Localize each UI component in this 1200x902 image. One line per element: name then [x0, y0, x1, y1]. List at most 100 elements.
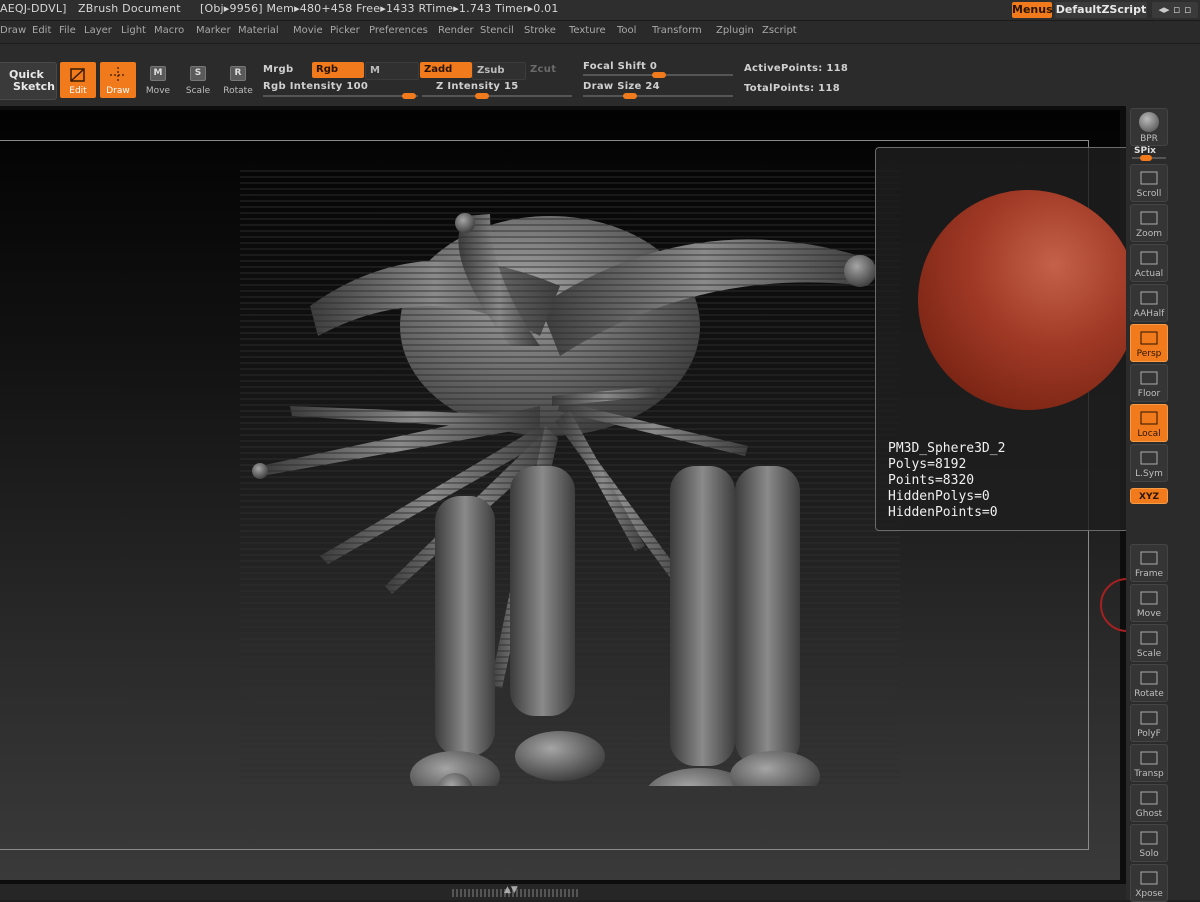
move-tool-button[interactable]: M Move: [140, 62, 176, 98]
persp-button[interactable]: Persp: [1130, 324, 1168, 362]
m-toggle[interactable]: M: [365, 62, 419, 80]
z-intensity-knob[interactable]: [475, 93, 489, 99]
transp-label: Transp: [1134, 769, 1164, 779]
zoom-button[interactable]: Zoom: [1130, 204, 1168, 242]
frame-icon: [1140, 551, 1158, 565]
rotate-key-icon: R: [230, 66, 246, 81]
quick-sketch-label-2: Sketch: [13, 80, 56, 93]
quick-sketch-button[interactable]: Quick Sketch: [0, 62, 57, 100]
rotate-tool-button[interactable]: R Rotate: [220, 62, 256, 98]
persp-label: Persp: [1136, 349, 1162, 359]
zsub-toggle[interactable]: Zsub: [472, 62, 526, 80]
bpr-icon: [1139, 112, 1159, 132]
draw-label: Draw: [106, 86, 130, 96]
menu-edit[interactable]: Edit: [32, 25, 51, 36]
menu-stroke[interactable]: Stroke: [524, 25, 556, 36]
focal-shift-slider[interactable]: [583, 72, 733, 78]
rgb-intensity-knob[interactable]: [402, 93, 416, 99]
frame-label: Frame: [1134, 569, 1164, 579]
menu-preferences[interactable]: Preferences: [369, 25, 428, 36]
frame-button[interactable]: Frame: [1130, 544, 1168, 582]
memory-stats: [Obj▸9956] Mem▸480+458 Free▸1433 RTime▸1…: [200, 2, 559, 15]
scale-tool-button[interactable]: S Scale: [180, 62, 216, 98]
local-button[interactable]: Local: [1130, 404, 1168, 442]
bpr-button[interactable]: BPR: [1130, 108, 1168, 146]
menu-stencil[interactable]: Stencil: [480, 25, 514, 36]
menu-marker[interactable]: Marker: [196, 25, 231, 36]
menu-transform[interactable]: Transform: [652, 25, 702, 36]
solo-label: Solo: [1139, 849, 1159, 859]
app-id: AEQJ-DDVL]: [0, 2, 67, 15]
l-sym-icon: [1140, 451, 1158, 465]
window-controls[interactable]: ◂▸ ▫ ▫: [1152, 2, 1198, 18]
draw-size-knob[interactable]: [623, 93, 637, 99]
menu-bar: Draw Edit File Layer Light Macro Marker Materia…: [0, 21, 1200, 44]
sphere-preview: [918, 190, 1138, 410]
polyf-label: PolyF: [1137, 729, 1161, 739]
aahalf-button[interactable]: AAHalf: [1130, 284, 1168, 322]
rgb-intensity-slider[interactable]: [263, 93, 418, 99]
scroll-button[interactable]: Scroll: [1130, 164, 1168, 202]
menu-render[interactable]: Render: [438, 25, 474, 36]
zcut-toggle[interactable]: Zcut: [530, 64, 556, 75]
title-bar: AEQJ-DDVL] ZBrush Document [Obj▸9956] Me…: [0, 0, 1200, 21]
mrgb-toggle[interactable]: Mrgb: [263, 64, 293, 75]
ghost-label: Ghost: [1135, 809, 1163, 819]
ghost-button[interactable]: Ghost: [1130, 784, 1168, 822]
spix-slider[interactable]: [1132, 155, 1166, 161]
z-intensity-label: Z Intensity 15: [436, 81, 519, 92]
menu-material[interactable]: Material: [238, 25, 279, 36]
focal-shift-knob[interactable]: [652, 72, 666, 78]
menus-button[interactable]: Menus: [1012, 2, 1053, 18]
menu-layer[interactable]: Layer: [84, 25, 112, 36]
floor-icon: [1140, 371, 1158, 385]
menu-picker[interactable]: Picker: [330, 25, 360, 36]
3d-model[interactable]: [240, 166, 900, 786]
rotate-label: Rotate: [1134, 689, 1164, 699]
menu-texture[interactable]: Texture: [569, 25, 606, 36]
mesh-hidden-points: HiddenPoints=0: [888, 505, 998, 520]
xpose-button[interactable]: Xpose: [1130, 864, 1168, 902]
menu-zscript[interactable]: Zscript: [762, 25, 797, 36]
draw-size-slider[interactable]: [583, 93, 733, 99]
menu-light[interactable]: Light: [121, 25, 146, 36]
ghost-icon: [1140, 791, 1158, 805]
transp-button[interactable]: Transp: [1130, 744, 1168, 782]
top-toolbar: Quick Sketch Edit Draw M Move S Scale R …: [0, 44, 1200, 106]
scale-label: Scale: [1136, 649, 1162, 659]
floor-button[interactable]: Floor: [1130, 364, 1168, 402]
menu-tool[interactable]: Tool: [617, 25, 636, 36]
draw-button[interactable]: Draw: [100, 62, 136, 98]
zadd-toggle[interactable]: Zadd: [420, 62, 472, 78]
polyf-button[interactable]: PolyF: [1130, 704, 1168, 742]
expand-shelf-icon[interactable]: ▲▼: [504, 885, 518, 895]
actual-label: Actual: [1134, 269, 1164, 279]
scale-button[interactable]: Scale: [1130, 624, 1168, 662]
actual-button[interactable]: Actual: [1130, 244, 1168, 282]
move-button[interactable]: Move: [1130, 584, 1168, 622]
edit-icon: [70, 68, 85, 82]
rgb-toggle[interactable]: Rgb: [312, 62, 364, 78]
mesh-info: PM3D_Sphere3D_2 Polys=8192 Points=8320 H…: [888, 441, 1005, 521]
xyz-button[interactable]: XYZ: [1130, 488, 1168, 504]
menu-file[interactable]: File: [59, 25, 76, 36]
zoom-icon: [1140, 211, 1158, 225]
menu-movie[interactable]: Movie: [293, 25, 323, 36]
move-key-icon: M: [150, 66, 166, 81]
spix-knob[interactable]: [1140, 155, 1152, 161]
rotate-label: Rotate: [223, 86, 253, 96]
menu-draw[interactable]: Draw: [0, 25, 26, 36]
solo-button[interactable]: Solo: [1130, 824, 1168, 862]
z-intensity-slider[interactable]: [422, 93, 572, 99]
default-zscript-button[interactable]: DefaultZScript: [1055, 2, 1147, 18]
rotate-button[interactable]: Rotate: [1130, 664, 1168, 702]
l-sym-button[interactable]: L.Sym: [1130, 444, 1168, 482]
floor-label: Floor: [1137, 389, 1161, 399]
edit-button[interactable]: Edit: [60, 62, 96, 98]
menu-zplugin[interactable]: Zplugin: [716, 25, 754, 36]
aahalf-label: AAHalf: [1133, 309, 1165, 319]
menu-macro[interactable]: Macro: [154, 25, 184, 36]
solo-icon: [1140, 831, 1158, 845]
window-controls-icon: ◂▸ ▫ ▫: [1158, 3, 1192, 16]
polyf-icon: [1140, 711, 1158, 725]
